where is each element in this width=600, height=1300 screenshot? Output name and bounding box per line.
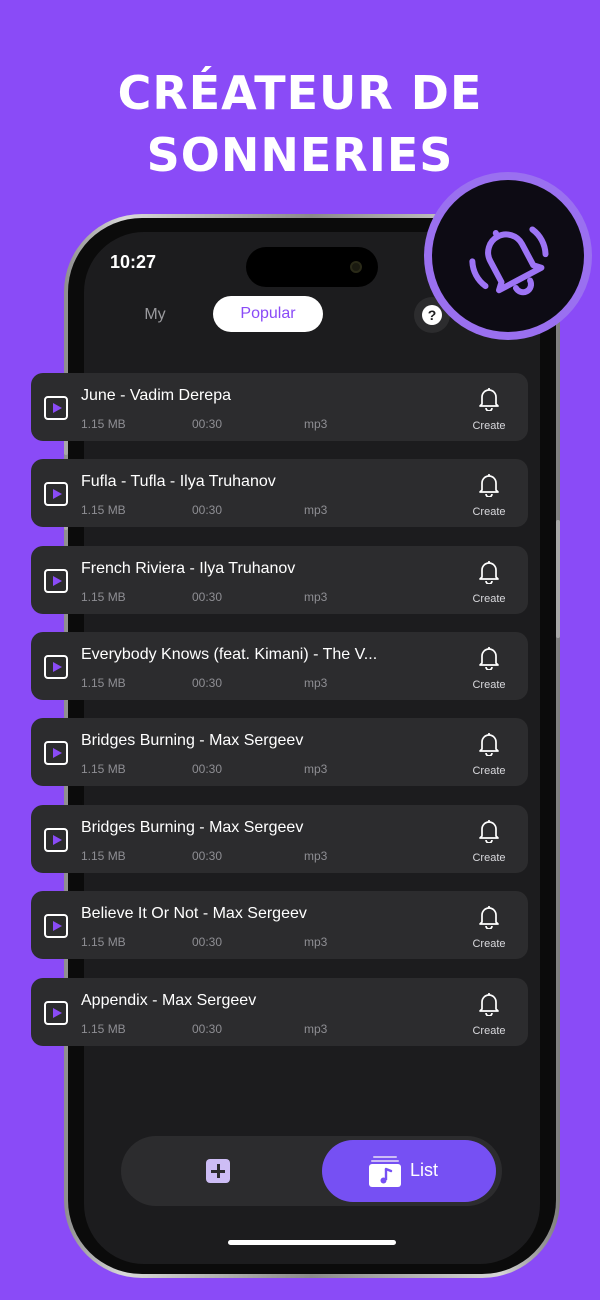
ringtone-duration: 00:30: [192, 1022, 223, 1036]
play-icon[interactable]: [44, 914, 68, 938]
ringtone-format: mp3: [304, 762, 328, 776]
phone-side-button: [556, 520, 560, 638]
camera-icon: [350, 261, 362, 273]
ringtone-title: Bridges Burning - Max Sergeev: [81, 732, 304, 749]
play-icon[interactable]: [44, 482, 68, 506]
ringtone-format: mp3: [304, 676, 328, 690]
bell-icon: [479, 474, 499, 497]
ringtone-format: mp3: [304, 935, 328, 949]
create-label: Create: [472, 679, 506, 691]
ringtone-size: 1.15 MB: [81, 849, 126, 863]
bell-icon: [479, 388, 499, 411]
ringtone-row[interactable]: Appendix - Max Sergeev 1.15 MB 00:30 mp3…: [31, 978, 528, 1046]
create-label: Create: [472, 506, 506, 518]
dynamic-island: [246, 247, 378, 287]
create-label: Create: [472, 938, 506, 950]
ringtone-row[interactable]: Believe It Or Not - Max Sergeev 1.15 MB …: [31, 891, 528, 959]
ringtone-size: 1.15 MB: [81, 417, 126, 431]
ringtone-title: Believe It Or Not - Max Sergeev: [81, 905, 307, 922]
create-button[interactable]: Create: [463, 905, 515, 951]
ringtone-title: June - Vadim Derepa: [81, 387, 231, 404]
play-icon[interactable]: [44, 569, 68, 593]
ringtone-row[interactable]: Bridges Burning - Max Sergeev 1.15 MB 00…: [31, 805, 528, 873]
ringtone-title: Bridges Burning - Max Sergeev: [81, 819, 304, 836]
create-button[interactable]: Create: [463, 732, 515, 778]
play-icon[interactable]: [44, 1001, 68, 1025]
ringtone-title: Fufla - Tufla - Ilya Truhanov: [81, 473, 276, 490]
list-tab-label: List: [410, 1160, 439, 1180]
ringtone-size: 1.15 MB: [81, 762, 126, 776]
ringtone-duration: 00:30: [192, 676, 223, 690]
bell-icon: [479, 733, 499, 756]
ringtone-format: mp3: [304, 503, 328, 517]
bell-icon: [479, 820, 499, 843]
create-label: Create: [472, 765, 506, 777]
ringtone-size: 1.15 MB: [81, 503, 126, 517]
ringtone-duration: 00:30: [192, 503, 223, 517]
create-button[interactable]: Create: [463, 560, 515, 606]
create-label: Create: [472, 1025, 506, 1037]
ringtone-size: 1.15 MB: [81, 935, 126, 949]
create-button[interactable]: Create: [463, 473, 515, 519]
ringtone-format: mp3: [304, 849, 328, 863]
ringtone-duration: 00:30: [192, 935, 223, 949]
bell-icon: [479, 561, 499, 584]
play-icon[interactable]: [44, 396, 68, 420]
app-badge: [432, 180, 584, 332]
ringtone-format: mp3: [304, 1022, 328, 1036]
ringtone-title: Everybody Knows (feat. Kimani) - The V..…: [81, 646, 378, 663]
ringtone-row[interactable]: Everybody Knows (feat. Kimani) - The V..…: [31, 632, 528, 700]
ringtone-title: Appendix - Max Sergeev: [81, 992, 257, 1009]
ringtone-row[interactable]: French Riviera - Ilya Truhanov 1.15 MB 0…: [31, 546, 528, 614]
promo-headline: CRÉATEUR DE SONNERIES: [0, 62, 600, 186]
create-button[interactable]: Create: [463, 646, 515, 692]
play-icon[interactable]: [44, 828, 68, 852]
ringtone-row[interactable]: Fufla - Tufla - Ilya Truhanov 1.15 MB 00…: [31, 459, 528, 527]
bell-icon: [479, 906, 499, 929]
create-label: Create: [472, 593, 506, 605]
ringtone-size: 1.15 MB: [81, 590, 126, 604]
ringtone-duration: 00:30: [192, 590, 223, 604]
ringtone-size: 1.15 MB: [81, 1022, 126, 1036]
ringtone-format: mp3: [304, 417, 328, 431]
ringtone-title: French Riviera - Ilya Truhanov: [81, 560, 296, 577]
headline-line-1: CRÉATEUR DE: [117, 66, 483, 120]
bell-icon: [479, 993, 499, 1016]
tab-my[interactable]: My: [130, 300, 180, 330]
play-icon[interactable]: [44, 655, 68, 679]
music-list-icon: [369, 1156, 401, 1187]
create-button[interactable]: Create: [463, 387, 515, 433]
create-button[interactable]: Create: [463, 819, 515, 865]
ringtone-duration: 00:30: [192, 762, 223, 776]
ringtone-row[interactable]: June - Vadim Derepa 1.15 MB 00:30 mp3 Cr…: [31, 373, 528, 441]
ringtone-duration: 00:30: [192, 417, 223, 431]
ringtone-duration: 00:30: [192, 849, 223, 863]
bell-icon: [479, 647, 499, 670]
play-icon[interactable]: [44, 741, 68, 765]
home-indicator[interactable]: [228, 1240, 396, 1245]
list-tab-button[interactable]: List: [322, 1140, 496, 1202]
create-label: Create: [472, 852, 506, 864]
ringtone-row[interactable]: Bridges Burning - Max Sergeev 1.15 MB 00…: [31, 718, 528, 786]
tab-popular[interactable]: Popular: [213, 296, 323, 332]
status-time: 10:27: [110, 252, 157, 272]
bell-ringing-icon: [469, 226, 549, 296]
create-button[interactable]: Create: [463, 992, 515, 1038]
ringtone-size: 1.15 MB: [81, 676, 126, 690]
ringtone-format: mp3: [304, 590, 328, 604]
add-icon[interactable]: [206, 1159, 230, 1183]
create-label: Create: [472, 420, 506, 432]
